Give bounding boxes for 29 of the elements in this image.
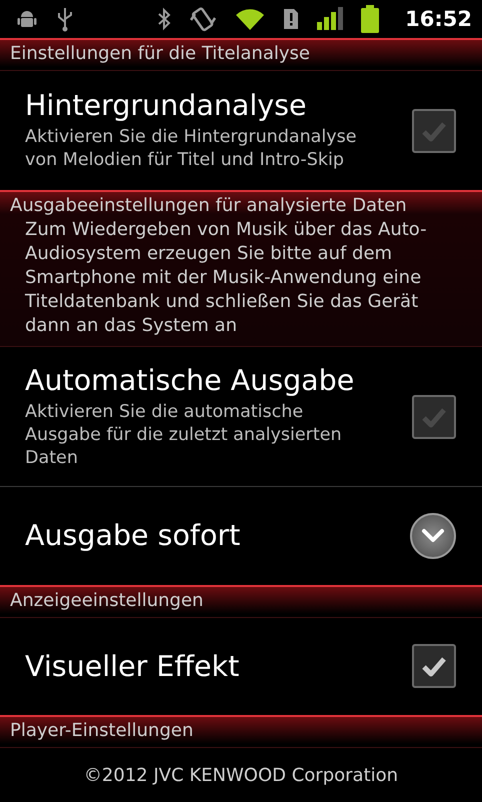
checkbox[interactable] — [412, 644, 456, 688]
battery-icon — [361, 5, 380, 33]
section-title: Anzeigeeinstellungen — [10, 590, 204, 611]
setting-summary: Aktivieren Sie die Hintergrundanalyse von Melodien für Titel und Intro-Skip — [25, 126, 358, 172]
bluetooth-icon — [157, 7, 172, 31]
checkmark-icon — [421, 406, 447, 428]
checkbox[interactable] — [412, 394, 456, 439]
clock: 16:52 — [405, 7, 472, 31]
checkbox[interactable] — [412, 108, 456, 153]
sim-alert-icon — [283, 8, 300, 30]
setting-title: Ausgabe sofort — [25, 519, 242, 552]
section-description: Zum Wiedergeben von Musik über das Auto-Audiosystem erzeugen Sie bitte auf dem Smartphone mit der Musik-Anwendung eine Titeldatenbank und schließen Sie das Gerät dann an das System an — [24, 218, 428, 338]
android-icon — [16, 8, 38, 30]
rotate-phone-icon — [189, 6, 218, 32]
checkmark-icon — [421, 120, 447, 142]
setting-title: Hintergrundanalyse — [25, 89, 308, 122]
checkmark-icon — [421, 655, 447, 678]
copyright-text: ©2012 JVC KENWOOD Corporation — [84, 764, 398, 786]
section-title: Ausgabeeinstellungen für analysierte Daten — [10, 195, 408, 216]
wifi-icon — [235, 7, 266, 31]
setting-title: Visueller Effekt — [25, 650, 240, 683]
section-title: Player-Einstellungen — [10, 720, 194, 741]
signal-icon — [317, 7, 344, 31]
usb-icon — [56, 6, 74, 32]
setting-summary: Aktivieren Sie die automatische Ausgabe für die zuletzt analysierten Daten — [25, 400, 343, 470]
setting-title: Automatische Ausgabe — [25, 364, 356, 397]
dropdown-button[interactable] — [410, 512, 456, 559]
section-title: Einstellungen für die Titelanalyse — [10, 43, 311, 64]
chevron-down-icon — [421, 528, 445, 544]
